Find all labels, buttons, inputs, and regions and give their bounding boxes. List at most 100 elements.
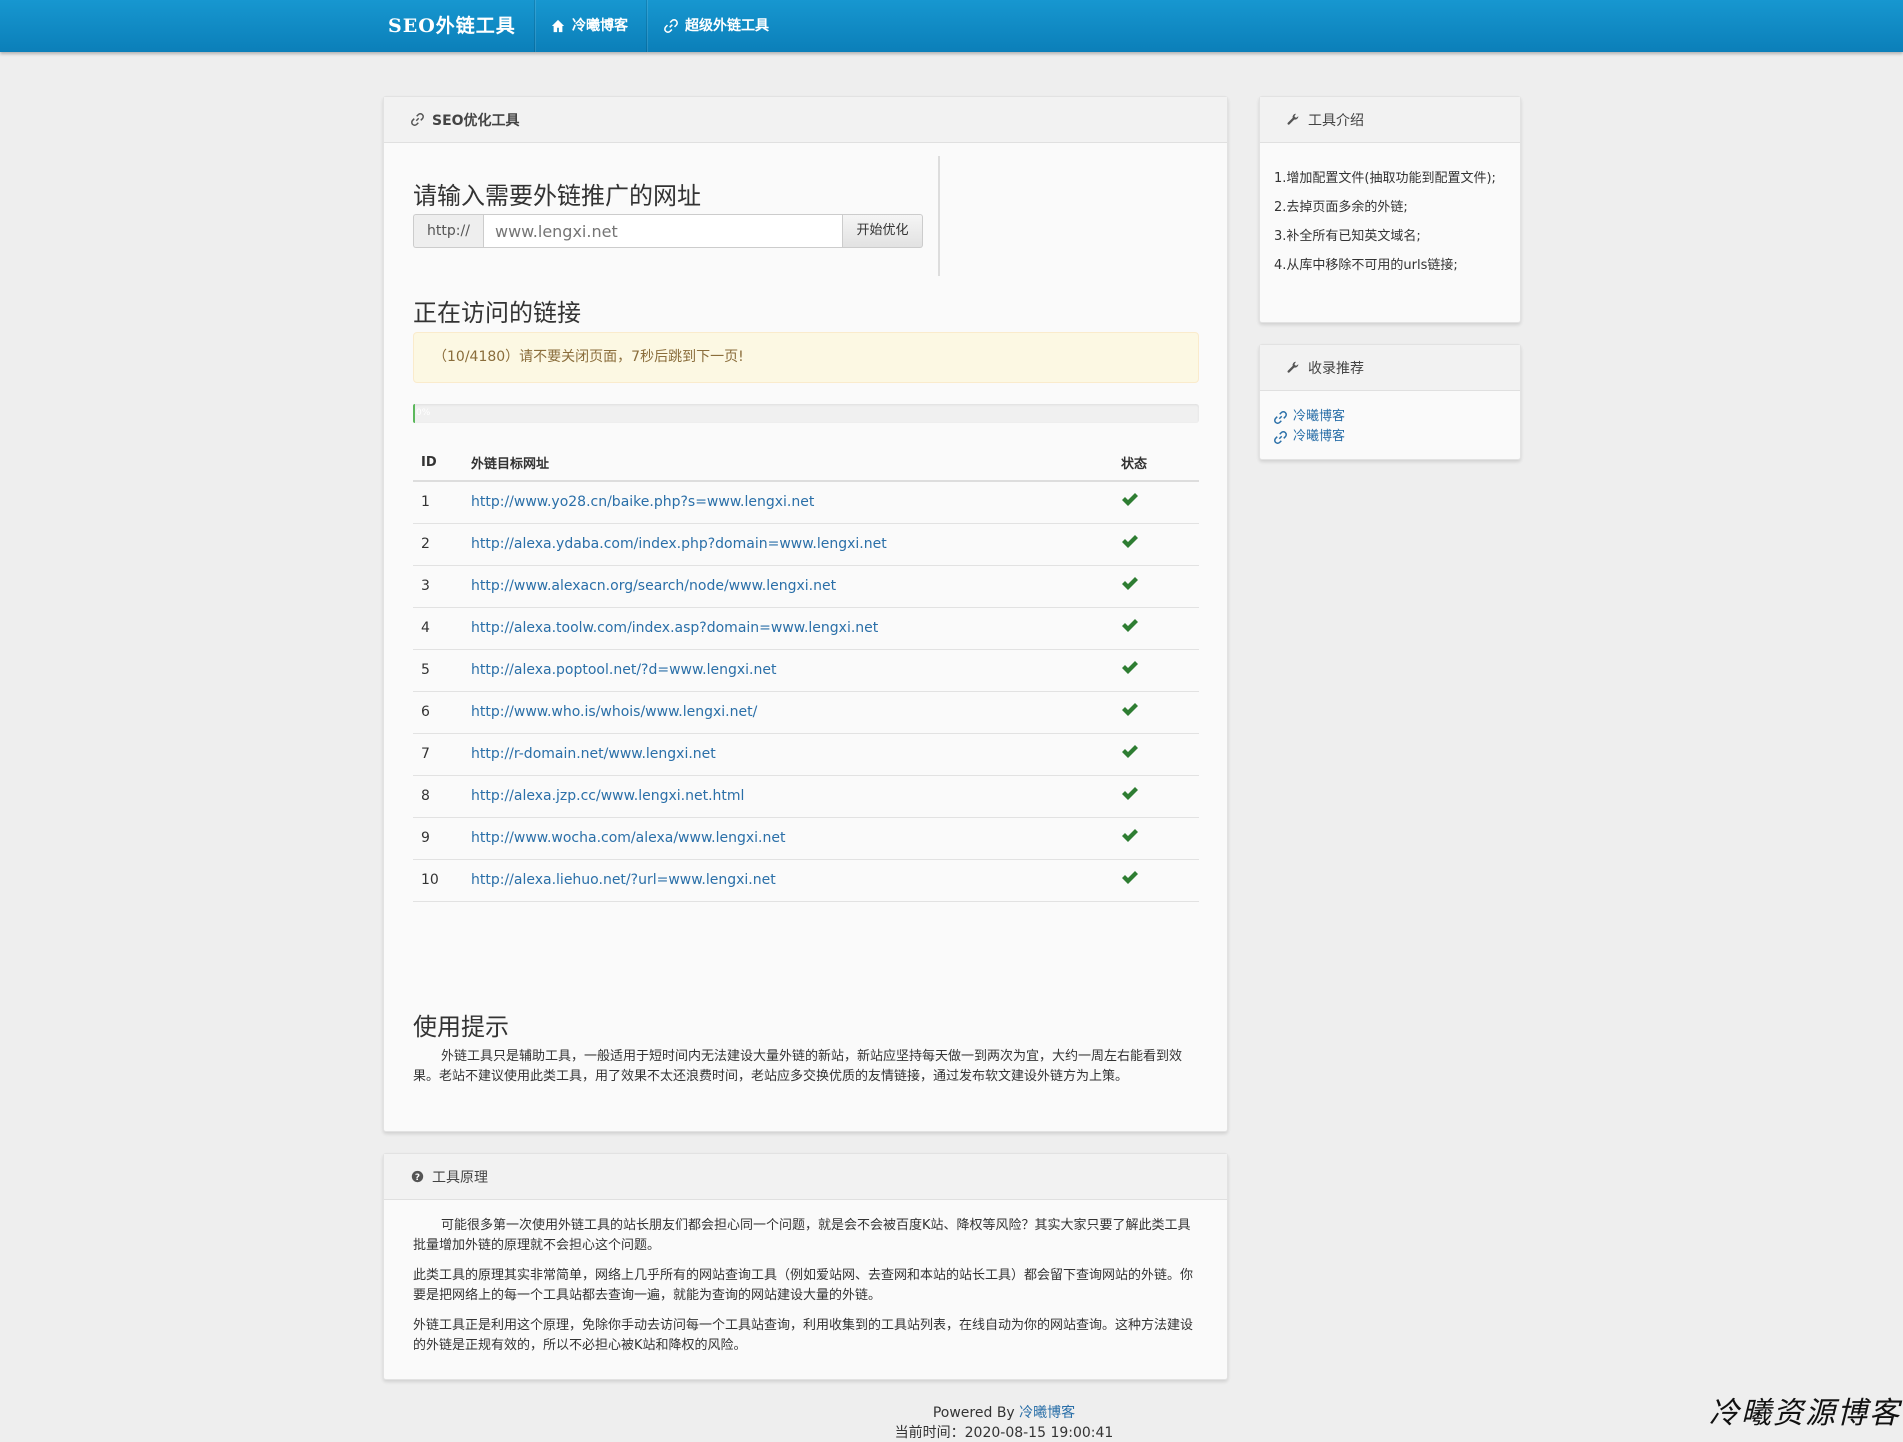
principle-paragraph-3: 外链工具正是利用这个原理，免除你手动去访问每一个工具站查询，利用收集到的工具站列… [413, 1318, 1194, 1353]
link-icon [1274, 410, 1287, 424]
check-icon [1122, 577, 1138, 590]
panel-heading: ? 工具原理 [384, 1154, 1227, 1200]
check-icon [1122, 661, 1138, 674]
footer-time: 当前时间：2020-08-15 19:00:41 [894, 1425, 1114, 1441]
url-input-title: 请输入需要外链推广的网址 [413, 182, 701, 210]
progress-bar-fill [413, 404, 415, 423]
start-optimize-button[interactable]: 开始优化 [843, 214, 923, 248]
row-status [1113, 691, 1199, 734]
row-url-cell: http://alexa.jzp.cc/www.lengxi.net.html [463, 775, 1113, 818]
row-status [1113, 565, 1199, 608]
row-status [1113, 775, 1199, 818]
recommend-link-label: 冷曦博客 [1293, 409, 1346, 424]
row-status [1113, 733, 1199, 776]
check-icon [1122, 703, 1138, 716]
nav-item-blog-label: 冷曦博客 [572, 18, 628, 34]
recommend-link[interactable]: 冷曦博客 [1274, 427, 1506, 447]
wrench-icon [1287, 113, 1299, 125]
intro-list: 1.增加配置文件(抽取功能到配置文件); 2.去掉页面多余的外链; 3.补全所有… [1260, 169, 1520, 275]
recommend-list: 冷曦博客 冷曦博客 [1260, 391, 1520, 447]
row-url-link[interactable]: http://alexa.ydaba.com/index.php?domain=… [471, 536, 887, 552]
table-row: 9 http://www.wocha.com/alexa/www.lengxi.n… [413, 817, 1199, 860]
row-url-link[interactable]: http://alexa.jzp.cc/www.lengxi.net.html [471, 788, 744, 804]
row-url-link[interactable]: http://alexa.poptool.net/?d=www.lengxi.n… [471, 662, 776, 678]
svg-text:?: ? [415, 1173, 420, 1183]
usage-tips-title: 使用提示 [413, 1013, 509, 1041]
nav-item-super-link-tool-label: 超级外链工具 [685, 18, 769, 34]
recommend-link-label: 冷曦博客 [1293, 429, 1346, 444]
row-id: 9 [413, 817, 463, 860]
table-row: 6 http://www.who.is/whois/www.lengxi.net/ [413, 691, 1199, 734]
principle-paragraph-2: 此类工具的原理其实非常简单，网络上几乎所有的网站查询工具（例如爱站网、去查网和本… [413, 1268, 1194, 1303]
row-id: 5 [413, 649, 463, 692]
link-icon [411, 113, 424, 126]
panel-heading: 收录推荐 [1260, 345, 1520, 391]
row-id: 4 [413, 607, 463, 650]
row-status [1113, 817, 1199, 860]
row-id: 10 [413, 859, 463, 902]
tool-intro-panel: 工具介绍 1.增加配置文件(抽取功能到配置文件); 2.去掉页面多余的外链; 3… [1259, 96, 1521, 323]
nav-divider [646, 0, 647, 52]
link-icon [664, 19, 678, 33]
row-url-cell: http://alexa.ydaba.com/index.php?domain=… [463, 523, 1113, 566]
row-url-cell: http://www.alexacn.org/search/node/www.l… [463, 565, 1113, 608]
nav-item-blog[interactable]: 冷曦博客 [551, 0, 628, 52]
intro-item: 2.去掉页面多余的外链; [1274, 200, 1408, 215]
row-url-link[interactable]: http://www.alexacn.org/search/node/www.l… [471, 578, 836, 594]
link-table: ID 外链目标网址 状态 1 http://www.yo28.cn/baike.p… [413, 445, 1199, 902]
url-prefix-addon: http:// [413, 214, 483, 248]
recommend-panel: 收录推荐 冷曦博客 冷曦博客 [1259, 344, 1521, 460]
row-url-cell: http://www.wocha.com/alexa/www.lengxi.ne… [463, 817, 1113, 860]
table-row: 10 http://alexa.liehuo.net/?url=www.lengx… [413, 859, 1199, 902]
row-url-link[interactable]: http://alexa.liehuo.net/?url=www.lengxi.… [471, 872, 776, 888]
row-url-cell: http://alexa.toolw.com/index.asp?domain=… [463, 607, 1113, 650]
brand-logo[interactable]: SEO外链工具 [388, 0, 516, 52]
table-header-row: ID 外链目标网址 状态 [413, 445, 1199, 482]
progress-label: 0% [416, 408, 431, 418]
table-row: 8 http://alexa.jzp.cc/www.lengxi.net.html [413, 775, 1199, 818]
row-url-link[interactable]: http://alexa.toolw.com/index.asp?domain=… [471, 620, 878, 636]
progress-alert: （10/4180）请不要关闭页面，7秒后跳到下一页! [413, 332, 1199, 383]
check-icon [1122, 829, 1138, 842]
url-input[interactable] [483, 214, 843, 248]
row-url-cell: http://www.yo28.cn/baike.php?s=www.lengx… [463, 481, 1113, 524]
row-id: 7 [413, 733, 463, 776]
column-header-status: 状态 [1113, 445, 1199, 482]
panel-title: 收录推荐 [1308, 360, 1364, 377]
row-id: 1 [413, 481, 463, 524]
table-row: 4 http://alexa.toolw.com/index.asp?domain… [413, 607, 1199, 650]
vertical-divider [938, 156, 940, 276]
principle-paragraph-1: 可能很多第一次使用外链工具的站长朋友们都会担心同一个问题，就是会不会被百度K站、… [413, 1218, 1191, 1253]
row-url-link[interactable]: http://www.yo28.cn/baike.php?s=www.lengx… [471, 494, 814, 510]
recommend-link[interactable]: 冷曦博客 [1274, 407, 1506, 427]
nav-divider [534, 0, 535, 52]
row-status [1113, 859, 1199, 902]
panel-title: 工具介绍 [1308, 112, 1364, 129]
visiting-links-title: 正在访问的链接 [413, 299, 581, 327]
row-url-link[interactable]: http://www.wocha.com/alexa/www.lengxi.ne… [471, 830, 785, 846]
footer-powered-prefix: Powered By [932, 1405, 1020, 1421]
row-url-link[interactable]: http://www.who.is/whois/www.lengxi.net/ [471, 704, 757, 720]
check-icon [1122, 787, 1138, 800]
wrench-icon [1287, 361, 1299, 373]
row-url-cell: http://alexa.poptool.net/?d=www.lengxi.n… [463, 649, 1113, 692]
home-icon [551, 19, 565, 33]
table-row: 1 http://www.yo28.cn/baike.php?s=www.leng… [413, 481, 1199, 524]
row-status [1113, 523, 1199, 566]
nav-item-super-link-tool[interactable]: 超级外链工具 [664, 0, 769, 52]
check-icon [1122, 871, 1138, 884]
row-id: 8 [413, 775, 463, 818]
footer-blog-link[interactable]: 冷曦博客 [1019, 1405, 1075, 1421]
row-status [1113, 649, 1199, 692]
table-row: 3 http://www.alexacn.org/search/node/www.… [413, 565, 1199, 608]
usage-tips-text: 外链工具只是辅助工具，一般适用于短时间内无法建设大量外链的新站，新站应坚持每天做… [413, 1049, 1183, 1084]
check-icon [1122, 619, 1138, 632]
footer-powered: Powered By 冷曦博客 [700, 1402, 1308, 1422]
row-id: 6 [413, 691, 463, 734]
panel-title: 工具原理 [432, 1169, 488, 1186]
intro-item: 3.补全所有已知英文域名; [1274, 229, 1421, 244]
panel-heading: SEO优化工具 [384, 97, 1227, 143]
table-row: 7 http://r-domain.net/www.lengxi.net [413, 733, 1199, 776]
row-status [1113, 481, 1199, 524]
row-url-link[interactable]: http://r-domain.net/www.lengxi.net [471, 746, 716, 762]
